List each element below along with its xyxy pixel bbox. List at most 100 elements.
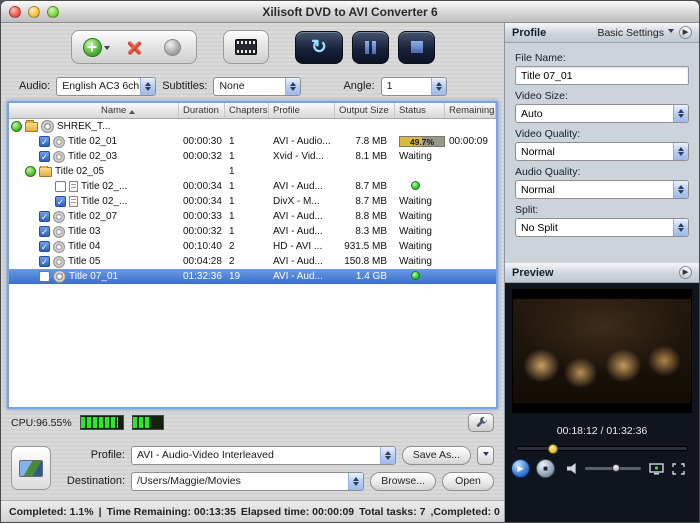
row-size: 931.5 MB xyxy=(335,241,395,252)
row-checkbox[interactable] xyxy=(39,271,50,282)
destination-select[interactable]: /Users/Maggie/Movies xyxy=(131,472,364,491)
table-row[interactable]: ✓Title 02_0300:00:321Xvid - Vid...8.1 MB… xyxy=(9,149,496,164)
row-size: 8.7 MB xyxy=(335,181,395,192)
expander-icon[interactable] xyxy=(25,166,36,177)
table-row[interactable]: ✓Title 0500:04:282AVI - Aud...150.8 MBWa… xyxy=(9,254,496,269)
convert-button[interactable]: ↻ xyxy=(295,31,343,64)
column-header-profile[interactable]: Profile xyxy=(269,103,335,118)
row-checkbox[interactable]: ✓ xyxy=(39,226,50,237)
video-quality-select[interactable]: Normal xyxy=(515,142,689,161)
stepper-arrows-icon xyxy=(285,78,300,95)
status-separator: | xyxy=(99,506,102,518)
table-row[interactable]: SHREK_T... xyxy=(9,119,496,134)
video-size-label: Video Size: xyxy=(515,90,689,102)
row-checkbox[interactable] xyxy=(55,181,66,192)
wrench-icon xyxy=(475,416,488,429)
table-body: SHREK_T...✓Title 02_0100:00:301AVI - Aud… xyxy=(9,119,496,407)
pause-button[interactable] xyxy=(352,31,389,64)
profile-select[interactable]: AVI - Audio-Video Interleaved xyxy=(131,446,396,465)
close-button[interactable] xyxy=(9,6,21,18)
split-select[interactable]: No Split xyxy=(515,218,689,237)
audio-quality-select[interactable]: Normal xyxy=(515,180,689,199)
speaker-icon[interactable] xyxy=(567,463,579,474)
open-button[interactable]: Open xyxy=(442,472,494,491)
stop-playback-button[interactable]: ■ xyxy=(536,459,555,478)
status-time-remaining: Time Remaining: 00:13:35 xyxy=(107,506,236,518)
output-panel: Profile: AVI - Audio-Video Interleaved S… xyxy=(1,436,504,500)
file-name-field[interactable]: Title 07_01 xyxy=(515,66,689,85)
table-row[interactable]: ✓Title 02_0700:00:331AVI - Aud...8.8 MBW… xyxy=(9,209,496,224)
name-cell: Title 07_01 xyxy=(9,270,179,283)
row-checkbox[interactable]: ✓ xyxy=(39,211,50,222)
save-as-dropdown-button[interactable] xyxy=(477,446,494,465)
snapshot-frame-button[interactable] xyxy=(649,463,664,475)
folder-icon xyxy=(25,122,38,132)
angle-stepper[interactable]: 1 xyxy=(381,77,447,96)
row-checkbox[interactable]: ✓ xyxy=(39,151,50,162)
name-cell: Title 02_... xyxy=(9,181,179,192)
row-size: 8.8 MB xyxy=(335,211,395,222)
column-header-name[interactable]: Name xyxy=(9,103,179,118)
seek-slider[interactable] xyxy=(516,446,688,451)
row-checkbox[interactable]: ✓ xyxy=(39,256,50,267)
audio-select[interactable]: English AC3 6ch xyxy=(56,77,156,96)
play-button[interactable]: ▶ xyxy=(511,459,530,478)
table-row[interactable]: Title 02_...00:00:341AVI - Aud...8.7 MB xyxy=(9,179,496,194)
row-size: 7.8 MB xyxy=(335,136,395,147)
preview-section-header: Preview ▶ xyxy=(505,263,699,283)
save-as-button[interactable]: Save As... xyxy=(402,446,471,465)
column-header-output-size[interactable]: Output Size xyxy=(335,103,395,118)
stepper-arrows-icon xyxy=(348,473,363,490)
table-row[interactable]: Title 02_051 xyxy=(9,164,496,179)
seek-knob[interactable] xyxy=(548,444,558,454)
zoom-button[interactable] xyxy=(47,6,59,18)
convert-actions-group: ↻ xyxy=(295,31,435,64)
table-row[interactable]: ✓Title 0400:10:402HD - AVI ...931.5 MBWa… xyxy=(9,239,496,254)
profile-expand-button[interactable]: ▶ xyxy=(679,26,692,39)
column-header-duration[interactable]: Duration xyxy=(179,103,225,118)
video-size-select[interactable]: Auto xyxy=(515,104,689,123)
table-row[interactable]: ✓Title 0300:00:321AVI - Aud...8.3 MBWait… xyxy=(9,224,496,239)
volume-knob[interactable] xyxy=(612,464,620,472)
volume-slider[interactable] xyxy=(585,467,641,470)
preview-expand-button[interactable]: ▶ xyxy=(679,266,692,279)
stop-button[interactable] xyxy=(398,31,435,64)
stop-icon xyxy=(411,41,423,53)
video-preview[interactable] xyxy=(512,289,692,413)
row-chapters: 19 xyxy=(225,271,269,282)
fullscreen-button[interactable] xyxy=(672,463,685,475)
column-header-chapters[interactable]: Chapters xyxy=(225,103,269,118)
expander-icon[interactable] xyxy=(11,121,22,132)
table-row[interactable]: ✓Title 02_...00:00:341DivX - M...8.7 MBW… xyxy=(9,194,496,209)
basic-settings-toggle[interactable]: Basic Settings xyxy=(597,27,674,39)
table-row[interactable]: Title 07_0101:32:3619AVI - Aud...1.4 GB xyxy=(9,269,496,284)
table-row[interactable]: ✓Title 02_0100:00:301AVI - Audio...7.8 M… xyxy=(9,134,496,149)
minimize-button[interactable] xyxy=(28,6,40,18)
remove-button[interactable] xyxy=(116,32,152,62)
row-duration: 00:00:33 xyxy=(179,211,225,222)
row-checkbox[interactable]: ✓ xyxy=(39,136,50,147)
row-chapters: 1 xyxy=(225,211,269,222)
table-header: Name Duration Chapters Profile Output Si… xyxy=(9,103,496,119)
browse-button[interactable]: Browse... xyxy=(370,472,436,491)
column-header-remaining-time[interactable]: Remaining Time xyxy=(445,103,496,118)
column-header-status[interactable]: Status xyxy=(395,103,445,118)
destination-label: Destination: xyxy=(61,475,125,487)
row-checkbox[interactable]: ✓ xyxy=(55,196,66,207)
row-name: Title 07_01 xyxy=(69,271,118,282)
row-checkbox[interactable]: ✓ xyxy=(39,241,50,252)
add-files-button[interactable] xyxy=(78,32,114,62)
monitor-icon xyxy=(649,463,664,475)
playback-time: 00:18:12 / 01:32:36 xyxy=(557,425,648,437)
destination-value: /Users/Maggie/Movies xyxy=(137,475,241,487)
snapshot-button[interactable] xyxy=(223,30,269,64)
disc-icon xyxy=(53,256,65,268)
name-cell: Title 02_05 xyxy=(9,166,179,177)
row-status: Waiting xyxy=(395,241,445,252)
row-duration: 00:04:28 xyxy=(179,256,225,267)
clear-button[interactable] xyxy=(154,32,190,62)
row-profile: AVI - Aud... xyxy=(269,181,335,192)
name-cell: ✓Title 02_... xyxy=(9,196,179,207)
settings-wrench-button[interactable] xyxy=(468,413,494,432)
subtitles-select[interactable]: None xyxy=(213,77,301,96)
